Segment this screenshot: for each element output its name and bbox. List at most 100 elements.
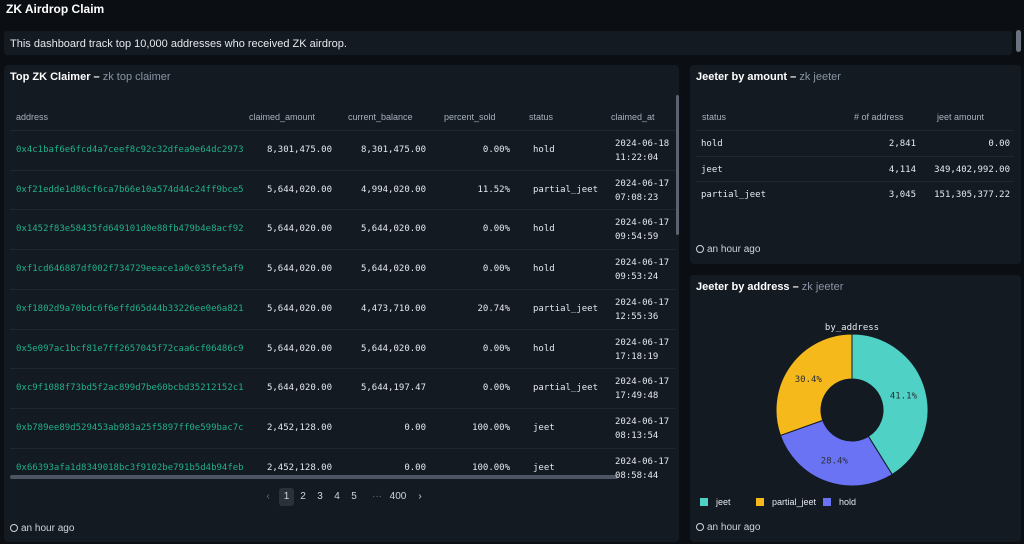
status: partial_jeet [533, 303, 599, 314]
claimed-amount: 8,301,475.00 [266, 145, 332, 155]
pie-slice-label: 41.1% [890, 391, 918, 401]
claimed-time: 17:18:19 [615, 351, 659, 362]
legend-item-hold[interactable]: hold [823, 497, 856, 507]
column-header-claimed-amount[interactable]: claimed_amount [249, 112, 315, 122]
status: jeet [701, 164, 723, 175]
page-scrollbar[interactable] [1016, 30, 1021, 52]
column-header-status[interactable]: status [529, 112, 553, 122]
table-row[interactable]: 0xf1802d9a70bdc6f6effd65d44b33226ee0e6a8… [10, 288, 676, 329]
last-updated: an hour ago [696, 244, 760, 255]
current-balance: 8,301,475.00 [360, 145, 426, 155]
page-4-button[interactable]: 4 [331, 488, 343, 506]
claimed-amount: 5,644,020.00 [266, 264, 332, 275]
page-1-button[interactable]: 1 [279, 488, 294, 506]
table-row[interactable]: jeet 4,114 349,402,992.00 [696, 155, 1014, 182]
legend-swatch [700, 498, 708, 506]
table-scrollbar[interactable] [676, 95, 679, 235]
next-page-button[interactable]: › [414, 488, 426, 506]
claimed-time: 09:53:24 [615, 272, 659, 283]
page-title: ZK Airdrop Claim [6, 2, 105, 16]
legend-label: partial_jeet [772, 497, 817, 507]
status: partial_jeet [533, 184, 599, 195]
current-balance: 5,644,020.00 [360, 224, 426, 235]
claimed-amount: 5,644,020.00 [266, 184, 332, 195]
pagination-ellipsis: ··· [372, 491, 382, 502]
address-link[interactable]: 0xf1cd646887df002f734729eeace1a0c035fe5a… [16, 264, 244, 274]
address-count: 3,045 [888, 190, 916, 200]
current-balance: 4,473,710.00 [360, 303, 426, 314]
status: jeet [533, 422, 555, 433]
address-link[interactable]: 0x4c1baf6e6fcd4a7ceef8c92c32dfea9e64dc29… [16, 145, 244, 155]
address-link[interactable]: 0x66393afa1d8349018bc3f9102be791b5d4b94f… [16, 463, 244, 473]
percent-sold: 100.00% [472, 462, 510, 473]
table-row[interactable]: 0x5e097ac1bcf81e7ff2657045f72caa6cf06486… [10, 328, 676, 369]
last-updated: an hour ago [10, 523, 74, 534]
table-row[interactable]: partial_jeet 3,045 151,305,377.22 [696, 181, 1014, 207]
percent-sold: 20.74% [477, 303, 510, 314]
column-header-current-balance[interactable]: current_balance [348, 112, 413, 122]
jeet-amount: 0.00 [988, 139, 1010, 149]
table-row[interactable]: 0x66393afa1d8349018bc3f9102be791b5d4b94f… [10, 447, 676, 488]
status: hold [533, 224, 555, 235]
last-updated: an hour ago [696, 522, 760, 533]
column-header-address-count[interactable]: # of address [854, 112, 904, 122]
clock-icon [696, 245, 704, 253]
status: partial_jeet [701, 190, 767, 200]
legend-item-jeet[interactable]: jeet [700, 497, 731, 507]
status: hold [533, 343, 555, 354]
table-row[interactable]: 0xf21edde1d86cf6ca7b66e10a574d44c24ff9bc… [10, 169, 676, 210]
donut-chart: by_address 41.1% 28.4% 30.4% [775, 323, 929, 487]
pie-slice-label: 28.4% [821, 456, 849, 466]
legend-swatch [823, 498, 831, 506]
table-row[interactable]: 0xb789ee89d529453ab983a25f5897ff0e599bac… [10, 407, 676, 448]
page-3-button[interactable]: 3 [314, 488, 326, 506]
claimed-date: 2024-06-17 [615, 178, 670, 189]
column-header-jeet-amount[interactable]: jeet amount [937, 112, 984, 122]
current-balance: 5,644,197.47 [360, 383, 426, 394]
address-link[interactable]: 0xf21edde1d86cf6ca7b66e10a574d44c24ff9bc… [16, 185, 244, 195]
column-header-status[interactable]: status [702, 112, 726, 122]
legend-swatch [756, 498, 764, 506]
pie-slice-label: 30.4% [795, 375, 823, 385]
claimed-date: 2024-06-17 [615, 218, 670, 229]
claimed-date: 2024-06-17 [615, 337, 670, 348]
claimed-date: 2024-06-17 [615, 297, 670, 308]
claimed-amount: 5,644,020.00 [266, 343, 332, 354]
table-row[interactable]: 0x4c1baf6e6fcd4a7ceef8c92c32dfea9e64dc29… [10, 130, 676, 170]
percent-sold: 0.00% [482, 383, 510, 394]
panel-title: Jeeter by amount – zk jeeter [696, 71, 841, 83]
percent-sold: 11.52% [477, 184, 510, 195]
percent-sold: 0.00% [482, 343, 510, 354]
status: hold [533, 264, 555, 275]
claimed-amount: 5,644,020.00 [266, 303, 332, 314]
prev-page-button[interactable]: ‹ [262, 488, 274, 506]
claimed-date: 2024-06-17 [615, 416, 670, 427]
table-row[interactable]: 0xf1cd646887df002f734729eeace1a0c035fe5a… [10, 249, 676, 289]
page-2-button[interactable]: 2 [297, 488, 309, 506]
clock-icon [10, 524, 18, 532]
table-row[interactable]: 0xc9f1088f73bd5f2ac899d7be60bcbd35212152… [10, 368, 676, 408]
column-header-address[interactable]: address [16, 112, 48, 122]
status: partial_jeet [533, 383, 599, 394]
page-5-button[interactable]: 5 [348, 488, 360, 506]
legend-label: hold [839, 497, 857, 507]
current-balance: 0.00 [404, 422, 426, 433]
jeet-amount: 349,402,992.00 [934, 164, 1010, 175]
page-last-button[interactable]: 400 [387, 488, 409, 506]
status: hold [701, 139, 723, 149]
address-link[interactable]: 0xb789ee89d529453ab983a25f5897ff0e599bac… [16, 423, 244, 433]
table-row[interactable]: 0x1452f83e58435fd649101d0e88fb479b4e8acf… [10, 209, 676, 249]
legend-item-partial-jeet[interactable]: partial_jeet [756, 497, 816, 507]
address-count: 2,841 [888, 139, 916, 149]
column-header-claimed-at[interactable]: claimed_at [611, 112, 655, 122]
claimed-date: 2024-06-17 [615, 377, 670, 388]
address-link[interactable]: 0xf1802d9a70bdc6f6effd65d44b33226ee0e6a8… [16, 304, 244, 314]
address-link[interactable]: 0x1452f83e58435fd649101d0e88fb479b4e8acf… [16, 224, 244, 234]
table-row[interactable]: hold 2,841 0.00 [696, 130, 1014, 156]
column-header-percent-sold[interactable]: percent_sold [444, 112, 496, 122]
current-balance: 0.00 [404, 462, 426, 473]
address-link[interactable]: 0xc9f1088f73bd5f2ac899d7be60bcbd35212152… [16, 383, 244, 393]
panel-title: Top ZK Claimer – zk top claimer [10, 71, 171, 83]
address-link[interactable]: 0x5e097ac1bcf81e7ff2657045f72caa6cf06486… [16, 344, 244, 354]
claimed-date: 2024-06-18 [615, 139, 670, 149]
